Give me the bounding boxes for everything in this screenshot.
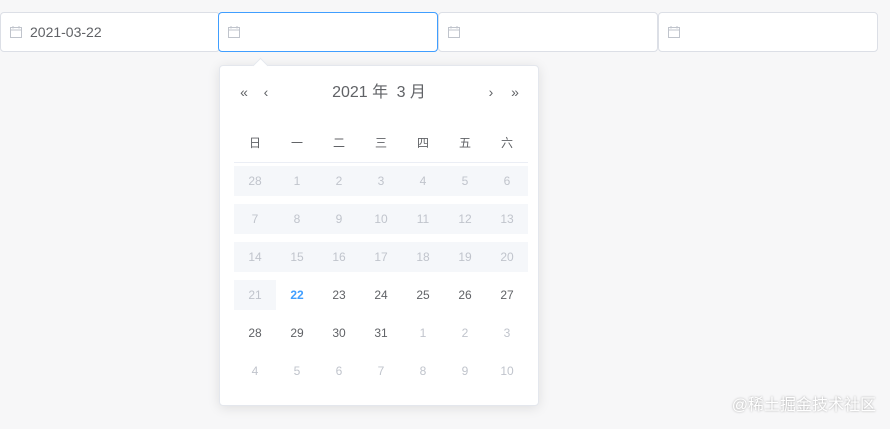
calendar-day: 13 <box>486 204 528 234</box>
calendar-day[interactable]: 5 <box>276 356 318 386</box>
weekday-label: 五 <box>458 136 471 150</box>
weekday-label: 六 <box>500 136 513 150</box>
calendar-day[interactable]: 10 <box>486 356 528 386</box>
calendar-day[interactable]: 29 <box>276 318 318 348</box>
calendar-day[interactable]: 28 <box>234 318 276 348</box>
calendar-day: 5 <box>444 166 486 196</box>
calendar-day[interactable]: 23 <box>318 280 360 310</box>
popover-arrow <box>252 57 269 74</box>
calendar-week-row: 4 5 6 7 8 9 10 <box>234 356 528 386</box>
weekday-label: 日 <box>248 136 261 150</box>
calendar-day[interactable]: 3 <box>486 318 528 348</box>
calendar-day[interactable]: 24 <box>360 280 402 310</box>
calendar-icon <box>10 26 22 38</box>
calendar-week-row: 14 15 16 17 18 19 20 <box>234 242 528 272</box>
weekday-label: 一 <box>290 136 303 150</box>
date-input-4[interactable] <box>658 12 878 52</box>
calendar-day[interactable]: 9 <box>444 356 486 386</box>
calendar-week-row: 28 29 30 31 1 2 3 <box>234 318 528 348</box>
calendar-day: 28 <box>234 166 276 196</box>
calendar-day[interactable]: 7 <box>360 356 402 386</box>
calendar-day[interactable]: 27 <box>486 280 528 310</box>
calendar-day: 11 <box>402 204 444 234</box>
calendar-day[interactable]: 2 <box>444 318 486 348</box>
calendar-week-row: 7 8 9 10 11 12 13 <box>234 204 528 234</box>
header-month[interactable]: 3 月 <box>397 84 426 101</box>
next-month-button[interactable]: › <box>481 82 501 102</box>
double-chevron-right-icon: » <box>511 84 519 100</box>
weekday-label: 四 <box>416 136 429 150</box>
calendar-day[interactable]: 31 <box>360 318 402 348</box>
calendar-day: 18 <box>402 242 444 272</box>
calendar-week-row: 28 1 2 3 4 5 6 <box>234 166 528 196</box>
calendar-day: 4 <box>402 166 444 196</box>
date-input-2[interactable] <box>218 12 438 52</box>
calendar-day: 16 <box>318 242 360 272</box>
calendar-week-row: 21 22 23 24 25 26 27 <box>234 280 528 310</box>
calendar-day: 15 <box>276 242 318 272</box>
date-inputs-row: 2021-03-22 <box>0 12 890 52</box>
calendar-day: 19 <box>444 242 486 272</box>
calendar-day: 14 <box>234 242 276 272</box>
date-input-value[interactable]: 2021-03-22 <box>30 24 102 40</box>
calendar-day: 1 <box>276 166 318 196</box>
date-picker-panel: « ‹ 2021 年 3 月 › » 日 一 二 三 四 五 六 28 1 2 3 4 5… <box>219 57 539 406</box>
day-grid: 28 1 2 3 4 5 6 7 8 9 10 11 12 13 14 15 16 17 18 19 20 21 22 23 2… <box>234 166 528 394</box>
weekday-label: 三 <box>374 136 387 150</box>
calendar-day: 7 <box>234 204 276 234</box>
next-year-button[interactable]: » <box>505 82 525 102</box>
calendar-day: 9 <box>318 204 360 234</box>
calendar-day: 2 <box>318 166 360 196</box>
calendar-day: 17 <box>360 242 402 272</box>
calendar-day-today[interactable]: 22 <box>276 280 318 310</box>
calendar-day: 20 <box>486 242 528 272</box>
date-input-1[interactable]: 2021-03-22 <box>0 12 220 52</box>
weekday-header: 日 一 二 三 四 五 六 <box>234 130 528 163</box>
calendar-day: 6 <box>486 166 528 196</box>
calendar-day[interactable]: 25 <box>402 280 444 310</box>
weekday-label: 二 <box>332 136 345 150</box>
header-year[interactable]: 2021 年 <box>332 84 388 101</box>
calendar-day[interactable]: 26 <box>444 280 486 310</box>
date-input-3[interactable] <box>438 12 658 52</box>
calendar-day[interactable]: 8 <box>402 356 444 386</box>
calendar-day: 3 <box>360 166 402 196</box>
calendar-icon <box>448 26 460 38</box>
calendar-day[interactable]: 4 <box>234 356 276 386</box>
calendar-day: 21 <box>234 280 276 310</box>
calendar-day[interactable]: 6 <box>318 356 360 386</box>
calendar-day: 12 <box>444 204 486 234</box>
calendar-icon <box>228 26 240 38</box>
calendar-day: 8 <box>276 204 318 234</box>
calendar-day: 10 <box>360 204 402 234</box>
calendar-day[interactable]: 1 <box>402 318 444 348</box>
chevron-right-icon: › <box>488 84 494 100</box>
watermark: @稀土掘金技术社区 <box>731 397 876 414</box>
calendar-icon <box>668 26 680 38</box>
calendar-day[interactable]: 30 <box>318 318 360 348</box>
